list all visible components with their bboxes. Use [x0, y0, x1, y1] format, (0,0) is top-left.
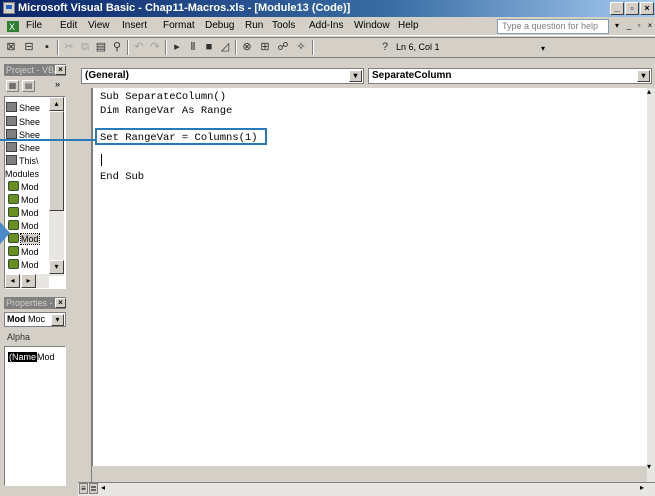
scroll-down-icon[interactable]: ▾	[647, 462, 655, 472]
find-icon[interactable]: ⚲	[110, 41, 124, 54]
code-margin[interactable]	[78, 88, 92, 482]
chevron-down-icon[interactable]: ▾	[349, 70, 362, 82]
object-combo[interactable]: (General) ▾	[81, 68, 364, 84]
procedure-combo[interactable]: SeparateColumn ▾	[368, 68, 652, 84]
code-hscroll[interactable]	[78, 482, 655, 496]
tree-node-module[interactable]: Mod	[8, 246, 39, 258]
toolbar-chevron-icon[interactable]: »	[55, 79, 60, 89]
code-line[interactable]: Sub SeparateColumn()	[100, 91, 226, 103]
menu-edit[interactable]: Edit	[60, 20, 77, 31]
tree-node-module[interactable]: Mod	[8, 181, 39, 193]
tree-node-sheet[interactable]: Shee	[6, 102, 40, 114]
callout-arrow-icon	[0, 222, 10, 244]
menu-debug[interactable]: Debug	[205, 20, 234, 31]
project-explorer-icon[interactable]: ⊗	[240, 41, 254, 54]
restore-button[interactable]: ▫	[625, 2, 639, 15]
scroll-up-icon[interactable]: ▴	[49, 97, 64, 111]
help-icon[interactable]: ?	[378, 41, 392, 54]
help-search-input[interactable]: Type a question for help	[497, 19, 609, 34]
help-dropdown-icon[interactable]: ▾	[612, 21, 622, 32]
scroll-right-icon[interactable]: ▸	[640, 483, 644, 492]
code-highlight-box	[95, 128, 267, 145]
toolbar-separator	[165, 40, 167, 55]
tree-node-sheet[interactable]: Shee	[6, 116, 40, 128]
procedure-view-icon[interactable]: ≡	[79, 483, 88, 494]
menu-view[interactable]: View	[88, 20, 110, 31]
chevron-down-icon[interactable]: ▾	[51, 314, 64, 326]
menu-format[interactable]: Format	[163, 20, 195, 31]
menu-insert[interactable]: Insert	[122, 20, 147, 31]
menu-help[interactable]: Help	[398, 20, 419, 31]
toolbox-icon[interactable]: ✧	[294, 41, 308, 54]
toolbar-separator	[235, 40, 237, 55]
properties-window-icon[interactable]: ⊞	[258, 41, 272, 54]
tree-node-workbook[interactable]: This\	[6, 155, 39, 167]
chevron-down-icon[interactable]: ▾	[637, 70, 650, 82]
scroll-thumb[interactable]	[49, 111, 64, 211]
save-icon[interactable]: ▪	[40, 41, 54, 54]
tree-node-sheet[interactable]: Shee	[6, 142, 40, 154]
view-code-icon[interactable]: ▦	[6, 80, 19, 92]
svg-text:X: X	[9, 22, 15, 32]
object-browser-icon[interactable]: ☍	[276, 41, 290, 54]
menu-tools[interactable]: Tools	[272, 20, 295, 31]
menu-window[interactable]: Window	[354, 20, 390, 31]
view-excel-icon[interactable]: ⊠	[4, 41, 18, 54]
scroll-right-icon[interactable]: ▸	[21, 274, 36, 288]
minimize-button[interactable]: _	[610, 2, 624, 15]
vba-app-icon[interactable]	[3, 2, 15, 14]
full-module-view-icon[interactable]: ≣	[89, 483, 98, 494]
doc-close-button[interactable]: ×	[645, 21, 655, 32]
code-line[interactable]: End Sub	[100, 171, 144, 183]
title-bar: Microsoft Visual Basic - Chap11-Macros.x…	[0, 0, 655, 17]
reset-icon[interactable]: ■	[202, 41, 216, 54]
project-tree-vscroll[interactable]: ▴ ▾	[49, 97, 64, 276]
insert-module-icon[interactable]: ⊟	[22, 41, 36, 54]
property-row-name[interactable]: (NameMod	[8, 352, 55, 362]
copy-icon[interactable]: ⧉	[78, 41, 92, 54]
menu-addins[interactable]: Add-Ins	[309, 20, 343, 31]
doc-minimize-button[interactable]: _	[624, 21, 634, 32]
code-line[interactable]: Dim RangeVar As Range	[100, 105, 232, 117]
tree-node-module-selected[interactable]: Mod	[8, 233, 40, 245]
callout-line	[0, 139, 95, 141]
text-cursor	[101, 154, 102, 166]
toolbar-separator	[312, 40, 314, 55]
properties-close-icon[interactable]: ×	[55, 298, 66, 308]
menu-file[interactable]: File	[26, 20, 42, 31]
scroll-up-icon[interactable]: ▴	[647, 88, 655, 98]
tree-node-modules-folder[interactable]: Modules	[5, 168, 39, 180]
doc-restore-button[interactable]: ▫	[634, 21, 644, 32]
toolbar-separator	[127, 40, 129, 55]
toolbar-separator	[57, 40, 59, 55]
toolbar-options-icon[interactable]: ▾	[541, 44, 545, 53]
tree-node-module[interactable]: Mod	[8, 259, 39, 271]
menu-run[interactable]: Run	[245, 20, 263, 31]
tree-node-module[interactable]: Mod	[8, 194, 39, 206]
properties-object-select[interactable]: Mod Moc ▾	[4, 312, 66, 327]
run-icon[interactable]: ▸	[170, 41, 184, 54]
scroll-down-icon[interactable]: ▾	[49, 260, 64, 274]
undo-icon[interactable]: ↶	[132, 41, 146, 54]
tree-node-module[interactable]: Mod	[8, 220, 39, 232]
properties-grid: (NameMod	[4, 346, 66, 486]
break-icon[interactable]: Ⅱ	[186, 41, 200, 54]
tree-node-module[interactable]: Mod	[8, 207, 39, 219]
scroll-left-icon[interactable]: ◂	[101, 483, 105, 492]
close-button[interactable]: ×	[640, 2, 654, 15]
excel-icon[interactable]: X	[6, 20, 20, 36]
properties-tab-alphabetic[interactable]: Alpha	[7, 332, 30, 342]
project-tree-hscroll[interactable]: ◂ ▸	[5, 274, 49, 288]
cursor-position: Ln 6, Col 1	[396, 42, 440, 52]
window-title: Microsoft Visual Basic - Chap11-Macros.x…	[18, 2, 351, 14]
project-close-icon[interactable]: ×	[55, 65, 66, 75]
paste-icon[interactable]: ▤	[94, 41, 108, 54]
code-vscroll[interactable]: ▴ ▾	[647, 88, 655, 482]
redo-icon[interactable]: ↷	[148, 41, 162, 54]
view-object-icon[interactable]: ▤	[22, 80, 35, 92]
design-mode-icon[interactable]: ◿	[218, 41, 232, 54]
cut-icon[interactable]: ✂	[62, 41, 76, 54]
scroll-left-icon[interactable]: ◂	[5, 274, 20, 288]
